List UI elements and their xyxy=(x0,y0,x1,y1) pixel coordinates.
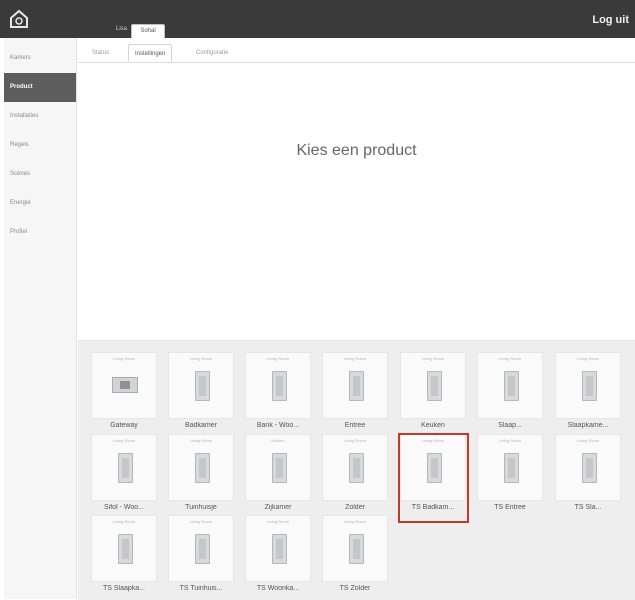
product-label: TS Slaapka... xyxy=(102,585,146,592)
product-card[interactable]: Living Room xyxy=(168,515,234,582)
sidebar: Kamers Product Installaties Regels Scène… xyxy=(4,38,77,599)
device-icon xyxy=(349,534,364,564)
product-card[interactable]: Living Room xyxy=(322,434,388,501)
device-icon xyxy=(504,371,519,401)
product-room-tag: Living Room xyxy=(266,356,290,361)
sidebar-item-profiel[interactable]: Profiel xyxy=(4,218,76,247)
product-card[interactable]: Living Room xyxy=(477,434,543,501)
device-icon xyxy=(582,371,597,401)
device-icon xyxy=(118,534,133,564)
product-card[interactable]: Living Room xyxy=(400,352,466,419)
product-label: TS Zolder xyxy=(339,585,371,592)
device-icon xyxy=(582,453,597,483)
device-icon xyxy=(349,371,364,401)
device-icon xyxy=(504,453,519,483)
product-room-tag: Living Room xyxy=(576,356,600,361)
product-card[interactable]: Kitchen xyxy=(245,434,311,501)
product-room-tag: Living Room xyxy=(112,519,136,524)
product-card[interactable]: Living Room xyxy=(322,515,388,582)
product-label: Tuinhuisje xyxy=(185,504,217,511)
product-room-tag: Living Room xyxy=(343,438,367,443)
product-card[interactable]: Living Room xyxy=(555,352,621,419)
tab-configuratie[interactable]: Configuratie xyxy=(190,44,234,62)
home-icon[interactable] xyxy=(8,8,30,30)
device-icon xyxy=(118,453,133,483)
product-label: Zijkamer xyxy=(264,504,292,511)
product-card[interactable]: Living Room xyxy=(91,434,157,501)
device-icon xyxy=(272,371,287,401)
product-room-tag: Living Room xyxy=(343,356,367,361)
sub-tabs: Status Instellingen Configuratie xyxy=(78,42,635,63)
top-bar: Lisa Sohal Log uit xyxy=(0,0,635,38)
product-room-tag: Living Room xyxy=(421,356,445,361)
product-room-tag: Living Room xyxy=(112,438,136,443)
product-label: TS Tuinhuis... xyxy=(179,585,223,592)
product-room-tag: Kitchen xyxy=(271,438,285,443)
product-card[interactable]: Living Room xyxy=(477,352,543,419)
device-icon xyxy=(195,534,210,564)
product-card[interactable]: Living Room xyxy=(168,352,234,419)
tab-status[interactable]: Status xyxy=(86,44,115,62)
device-icon xyxy=(349,453,364,483)
product-card[interactable]: Living Room xyxy=(245,515,311,582)
tab-instellingen[interactable]: Instellingen xyxy=(128,44,173,62)
device-icon xyxy=(272,453,287,483)
product-room-tag: Living Room xyxy=(343,519,367,524)
product-label: TS Sla... xyxy=(574,504,602,511)
product-room-tag: Living Room xyxy=(189,356,213,361)
device-icon xyxy=(195,371,210,401)
device-icon xyxy=(195,453,210,483)
product-card[interactable]: Living Room xyxy=(91,352,157,419)
product-card[interactable]: Living Room xyxy=(168,434,234,501)
product-room-tag: Living Room xyxy=(189,519,213,524)
product-label: Badkamer xyxy=(185,422,217,429)
product-label: Bank - Woo... xyxy=(256,422,300,429)
sidebar-item-regels[interactable]: Regels xyxy=(4,131,76,160)
sidebar-item-installaties[interactable]: Installaties xyxy=(4,102,76,131)
product-label: Zolder xyxy=(345,504,365,511)
product-card[interactable]: Living Room xyxy=(322,352,388,419)
sidebar-item-product[interactable]: Product xyxy=(4,73,76,102)
gateway-icon xyxy=(112,377,138,393)
product-label: Slaapkame... xyxy=(567,422,609,429)
sidebar-item-kamers[interactable]: Kamers xyxy=(4,44,76,73)
sidebar-item-energie[interactable]: Energie xyxy=(4,189,76,218)
product-card[interactable]: Living Room xyxy=(91,515,157,582)
product-label: TS Entree xyxy=(494,504,526,511)
device-icon xyxy=(427,371,442,401)
page-title: Kies een product xyxy=(296,142,417,159)
logout-link[interactable]: Log uit xyxy=(592,14,629,26)
product-label: Gateway xyxy=(110,422,138,429)
product-room-tag: Living Room xyxy=(189,438,213,443)
product-label: Slaap... xyxy=(498,422,522,429)
product-label: TS Woonka... xyxy=(256,585,300,592)
product-label: Entree xyxy=(344,422,366,429)
product-label: Sifol - Woo... xyxy=(104,504,144,511)
selected-product-highlight xyxy=(398,433,469,523)
product-room-tag: Living Room xyxy=(112,356,136,361)
product-room-tag: Living Room xyxy=(498,438,522,443)
product-room-tag: Living Room xyxy=(576,438,600,443)
device-icon xyxy=(272,534,287,564)
tab-sohal[interactable]: Sohal xyxy=(131,24,165,38)
product-card[interactable]: Living Room xyxy=(245,352,311,419)
product-card[interactable]: Living Room xyxy=(555,434,621,501)
product-label: Keuken xyxy=(421,422,445,429)
tab-lisa[interactable]: Lisa xyxy=(116,26,127,32)
product-room-tag: Living Room xyxy=(498,356,522,361)
sidebar-item-scenes[interactable]: Scènes xyxy=(4,160,76,189)
product-room-tag: Living Room xyxy=(266,519,290,524)
